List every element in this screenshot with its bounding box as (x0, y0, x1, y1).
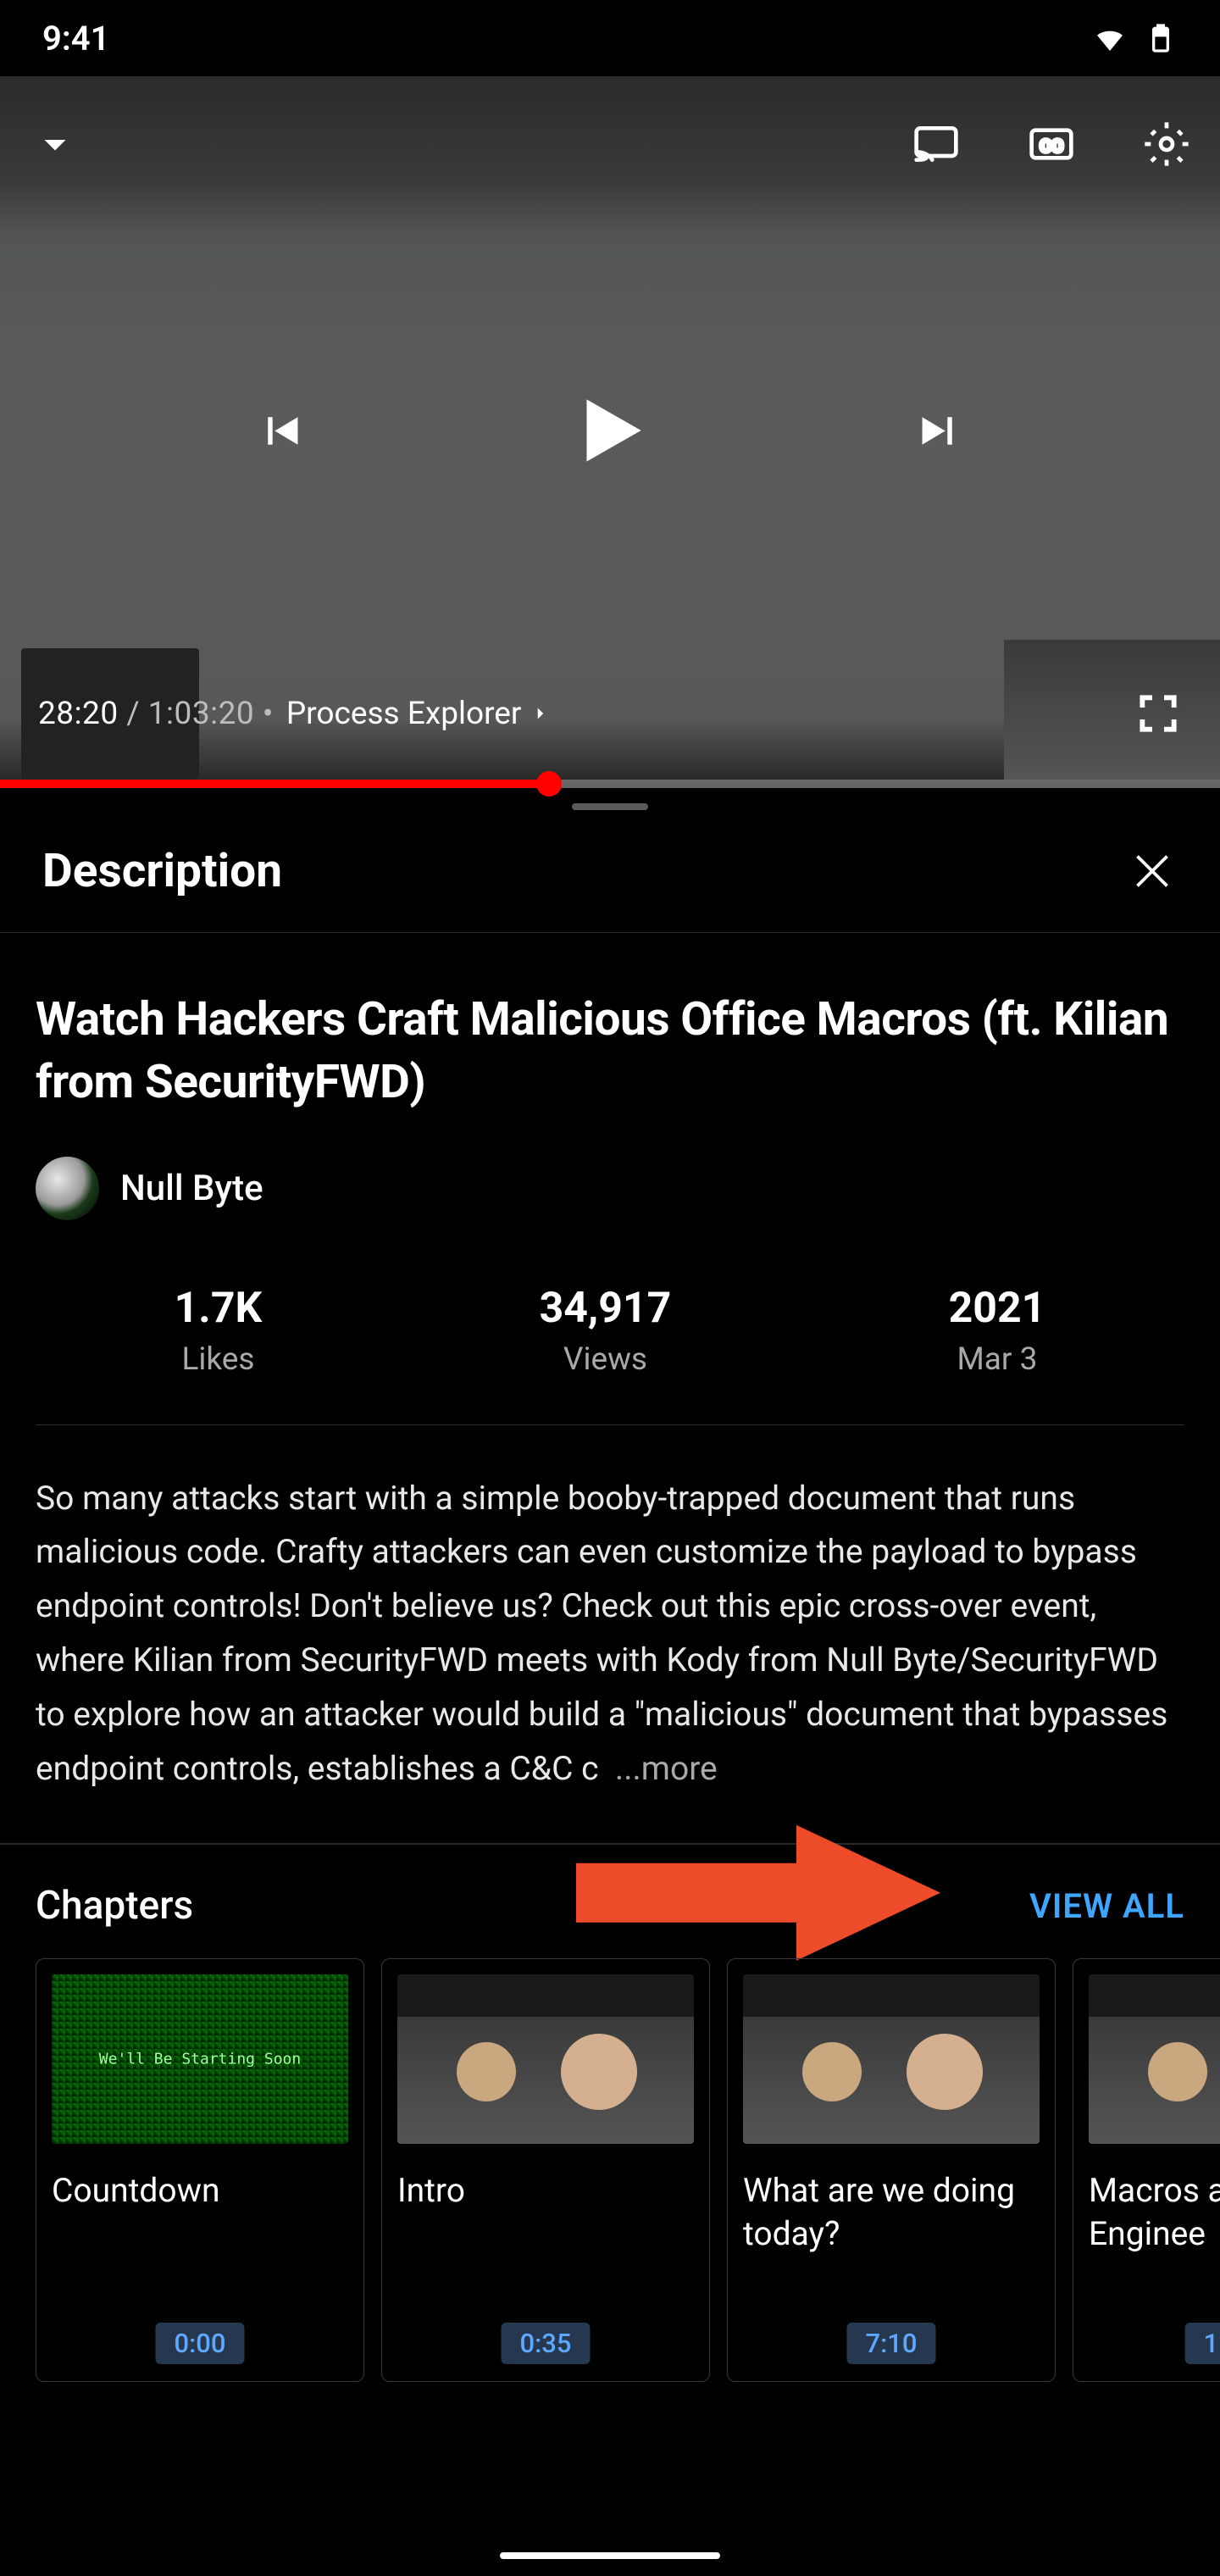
chapter-card[interactable]: Intro 0:35 (381, 1958, 710, 2382)
seek-handle[interactable] (536, 771, 562, 797)
chapter-timestamp[interactable]: 0:35 (501, 2323, 590, 2364)
more-button[interactable]: ...more (615, 1749, 718, 1788)
chapter-card[interactable]: What are we doing today? 7:10 (727, 1958, 1056, 2382)
chapter-timestamp[interactable]: 11:05 (1185, 2323, 1220, 2364)
chapter-card[interactable]: Countdown 0:00 (36, 1958, 364, 2382)
time-display: 28:20 / 1:03:20 • (38, 696, 274, 732)
chapter-timestamp[interactable]: 7:10 (846, 2323, 935, 2364)
channel-avatar[interactable] (36, 1157, 99, 1220)
status-bar: 9:41 (0, 0, 1220, 76)
video-player[interactable]: CC 28:20 / 1:03:20 • Process Explorer (0, 76, 1220, 788)
next-button[interactable] (911, 403, 966, 462)
likes-stat: 1.7K Likes (175, 1284, 263, 1378)
svg-text:CC: CC (1040, 136, 1063, 157)
annotation-arrow-icon (576, 1825, 940, 1964)
chapter-title: Macros and Social Enginee (1089, 2169, 1220, 2255)
chapter-thumbnail (397, 1974, 694, 2144)
seek-bar[interactable] (0, 780, 1220, 788)
home-indicator[interactable] (500, 2552, 720, 2559)
chapter-card[interactable]: Macros and Social Enginee 11:05 (1073, 1958, 1220, 2382)
stats-row: 1.7K Likes 34,917 Views 2021 Mar 3 (36, 1284, 1184, 1425)
chapter-timestamp[interactable]: 0:00 (155, 2323, 244, 2364)
panel-title: Description (42, 844, 282, 898)
chapter-thumbnail (52, 1974, 348, 2144)
video-title: Watch Hackers Craft Malicious Office Mac… (36, 988, 1184, 1114)
clock: 9:41 (42, 19, 109, 58)
chapter-thumbnail (1089, 1974, 1220, 2144)
chapter-title: Intro (397, 2169, 694, 2212)
battery-icon (1144, 21, 1178, 55)
description-text: So many attacks start with a simple boob… (36, 1472, 1184, 1797)
chapter-thumbnail (743, 1974, 1040, 2144)
chapter-title: What are we doing today? (743, 2169, 1040, 2255)
channel-name[interactable]: Null Byte (120, 1168, 263, 1209)
close-button[interactable] (1127, 846, 1178, 897)
views-stat: 34,917 Views (540, 1284, 672, 1378)
cast-icon[interactable] (912, 120, 960, 168)
date-stat: 2021 Mar 3 (949, 1284, 1046, 1378)
captions-icon[interactable]: CC (1028, 120, 1075, 168)
sheet-drag-handle[interactable] (572, 803, 648, 810)
collapse-player-button[interactable] (30, 119, 80, 169)
wifi-icon (1093, 21, 1127, 55)
channel-row[interactable]: Null Byte (36, 1157, 1184, 1220)
previous-button[interactable] (254, 403, 309, 462)
chapters-heading: Chapters (36, 1883, 193, 1929)
current-chapter-button[interactable]: Process Explorer (286, 696, 552, 732)
settings-icon[interactable] (1143, 120, 1190, 168)
chapter-title: Countdown (52, 2169, 348, 2212)
play-button[interactable] (563, 384, 657, 480)
fullscreen-icon[interactable] (1134, 690, 1182, 737)
view-all-button[interactable]: VIEW ALL (1029, 1886, 1184, 1926)
chapters-list[interactable]: Countdown 0:00 Intro 0:35 What are we do… (0, 1958, 1220, 2382)
